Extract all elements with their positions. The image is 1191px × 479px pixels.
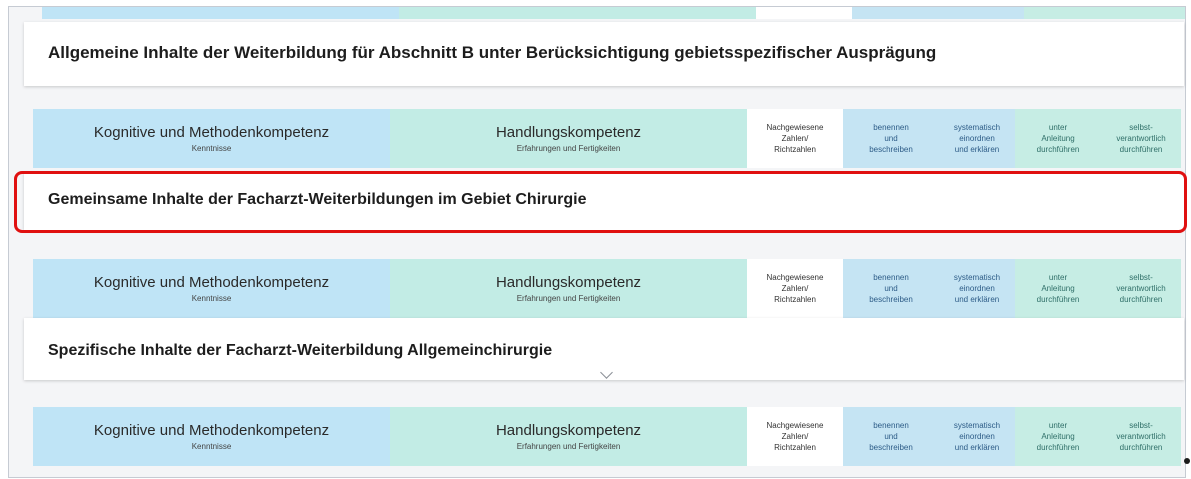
header-ben-line2: und (884, 284, 898, 293)
header-unt-line1: unter (1048, 421, 1068, 430)
header-benennen: benennen und beschreiben (843, 407, 939, 466)
header-sys-line2: einordnen (959, 284, 995, 293)
section-allgemein[interactable]: Allgemeine Inhalte der Weiterbildung für… (24, 22, 1184, 86)
header-sys-line3: und erklären (954, 295, 1000, 304)
header-kognitiv-label: Kognitive und Methodenkompetenz (93, 422, 330, 439)
header-handlung: Handlungskompetenz Erfahrungen und Ferti… (390, 109, 747, 168)
header-sys-line2: einordnen (959, 134, 995, 143)
header-nachgewiesen: Nachgewiesene Zahlen/ Richtzahlen (747, 109, 843, 168)
header-systematisch: systematisch einordnen und erklären (939, 109, 1015, 168)
header-systematisch: systematisch einordnen und erklären (939, 259, 1015, 318)
header-unt-line3: durchführen (1036, 295, 1080, 304)
header-sel-line1: selbst- (1129, 273, 1153, 282)
header-unt-line3: durchführen (1036, 145, 1080, 154)
header-unt-line1: unter (1048, 123, 1068, 132)
header-selbstverantwortlich: selbst- verantwortlich durchführen (1101, 259, 1181, 318)
header-handlung: Handlungskompetenz Erfahrungen und Ferti… (390, 259, 747, 318)
header-sel-line2: verantwortlich (1116, 432, 1166, 441)
header-sel-line2: verantwortlich (1116, 134, 1166, 143)
competency-header-row-1: Kognitive und Methodenkompetenz Kenntnis… (33, 109, 1181, 168)
header-handlung-label: Handlungskompetenz (495, 422, 642, 439)
section-gemeinsam-title: Gemeinsame Inhalte der Facharzt-Weiterbi… (48, 191, 587, 208)
header-handlung-sub: Erfahrungen und Fertigkeiten (516, 294, 621, 303)
competency-header-row-3: Kognitive und Methodenkompetenz Kenntnis… (33, 407, 1181, 466)
header-nach-line3: Richtzahlen (774, 443, 816, 452)
header-sys-line3: und erklären (954, 443, 1000, 452)
header-kognitiv: Kognitive und Methodenkompetenz Kenntnis… (33, 259, 390, 318)
header-sel-line3: durchführen (1119, 443, 1163, 452)
header-nach-line1: Nachgewiesene (766, 421, 824, 430)
header-sys-line1: systematisch (953, 123, 1001, 132)
header-unt-line1: unter (1048, 273, 1068, 282)
header-benennen: benennen und beschreiben (843, 109, 939, 168)
header-benennen: benennen und beschreiben (843, 259, 939, 318)
header-handlung-sub: Erfahrungen und Fertigkeiten (516, 442, 621, 451)
header-kognitiv-label: Kognitive und Methodenkompetenz (93, 124, 330, 141)
header-unt-line2: Anleitung (1041, 284, 1075, 293)
header-handlung: Handlungskompetenz Erfahrungen und Ferti… (390, 407, 747, 466)
header-sel-line2: verantwortlich (1116, 284, 1166, 293)
header-kognitiv: Kognitive und Methodenkompetenz Kenntnis… (33, 407, 390, 466)
header-unter-anleitung: unter Anleitung durchführen (1015, 259, 1101, 318)
header-ben-line3: beschreiben (869, 295, 913, 304)
header-sys-line3: und erklären (954, 145, 1000, 154)
header-kognitiv-sub: Kenntnisse (191, 144, 232, 153)
header-ben-line2: und (884, 134, 898, 143)
header-kognitiv-label: Kognitive und Methodenkompetenz (93, 274, 330, 291)
header-handlung-label: Handlungskompetenz (495, 274, 642, 291)
header-ben-line1: benennen (873, 273, 909, 282)
header-row-top-remnant (42, 7, 1185, 19)
header-nach-line3: Richtzahlen (774, 295, 816, 304)
header-sel-line3: durchführen (1119, 295, 1163, 304)
header-ben-line3: beschreiben (869, 443, 913, 452)
section-gemeinsam[interactable]: Gemeinsame Inhalte der Facharzt-Weiterbi… (24, 172, 1184, 230)
header-nach-line1: Nachgewiesene (766, 123, 824, 132)
header-nachgewiesen: Nachgewiesene Zahlen/ Richtzahlen (747, 407, 843, 466)
header-nach-line3: Richtzahlen (774, 145, 816, 154)
section-allgemein-title: Allgemeine Inhalte der Weiterbildung für… (48, 43, 937, 62)
header-unter-anleitung: unter Anleitung durchführen (1015, 407, 1101, 466)
header-ben-line3: beschreiben (869, 145, 913, 154)
header-sys-line2: einordnen (959, 432, 995, 441)
competency-header-row-2: Kognitive und Methodenkompetenz Kenntnis… (33, 259, 1181, 318)
header-handlung-label: Handlungskompetenz (495, 124, 642, 141)
header-nach-line1: Nachgewiesene (766, 273, 824, 282)
section-spezifisch-title: Spezifische Inhalte der Facharzt-Weiterb… (48, 342, 553, 359)
header-sel-line1: selbst- (1129, 421, 1153, 430)
header-unter-anleitung: unter Anleitung durchführen (1015, 109, 1101, 168)
header-ben-line2: und (884, 432, 898, 441)
header-selbstverantwortlich: selbst- verantwortlich durchführen (1101, 407, 1181, 466)
header-systematisch: systematisch einordnen und erklären (939, 407, 1015, 466)
header-ben-line1: benennen (873, 421, 909, 430)
header-sys-line1: systematisch (953, 273, 1001, 282)
header-ben-line1: benennen (873, 123, 909, 132)
header-unt-line2: Anleitung (1041, 134, 1075, 143)
header-selbstverantwortlich: selbst- verantwortlich durchführen (1101, 109, 1181, 168)
header-kognitiv-sub: Kenntnisse (191, 442, 232, 451)
header-unt-line2: Anleitung (1041, 432, 1075, 441)
header-nach-line2: Zahlen/ (781, 284, 809, 293)
header-sel-line3: durchführen (1119, 145, 1163, 154)
header-sys-line1: systematisch (953, 421, 1001, 430)
header-unt-line3: durchführen (1036, 443, 1080, 452)
header-handlung-sub: Erfahrungen und Fertigkeiten (516, 144, 621, 153)
header-kognitiv: Kognitive und Methodenkompetenz Kenntnis… (33, 109, 390, 168)
header-nach-line2: Zahlen/ (781, 134, 809, 143)
header-nachgewiesen: Nachgewiesene Zahlen/ Richtzahlen (747, 259, 843, 318)
header-sel-line1: selbst- (1129, 123, 1153, 132)
header-kognitiv-sub: Kenntnisse (191, 294, 232, 303)
header-nach-line2: Zahlen/ (781, 432, 809, 441)
scroll-indicator-dot (1184, 458, 1190, 464)
